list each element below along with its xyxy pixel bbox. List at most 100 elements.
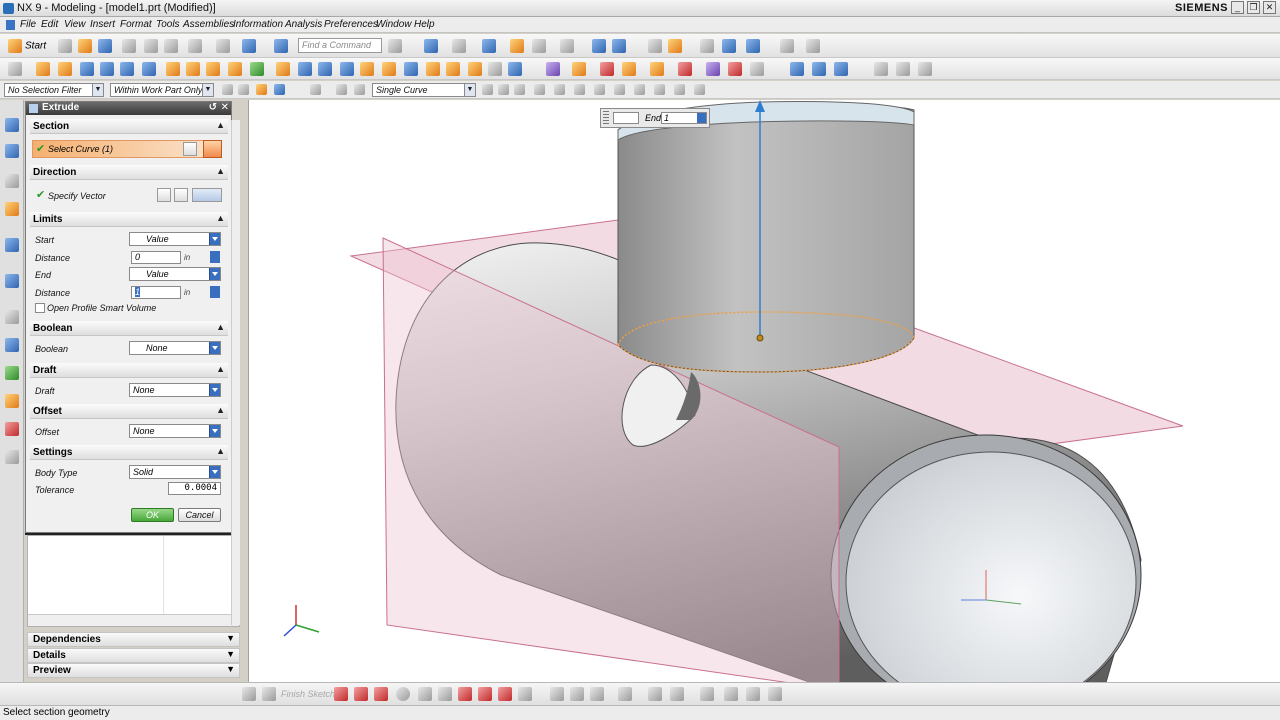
patch-icon[interactable] (706, 62, 720, 76)
motion-icon[interactable] (722, 39, 736, 53)
touch-mode-icon[interactable] (274, 39, 288, 53)
reset-icon[interactable]: ↺ (209, 102, 217, 113)
pattern-feature-icon[interactable] (546, 62, 560, 76)
menu-insert[interactable]: Insert (90, 19, 115, 30)
end-type-mini-select[interactable] (613, 112, 639, 124)
rib-icon[interactable] (318, 62, 332, 76)
history-icon[interactable] (5, 310, 19, 324)
rectangle-icon[interactable] (458, 687, 472, 701)
end-distance-menu-icon[interactable] (210, 286, 220, 298)
open-icon[interactable] (78, 39, 92, 53)
mirror-icon[interactable] (572, 62, 586, 76)
arc-icon[interactable] (374, 687, 388, 701)
finish-sketch-button[interactable]: Finish Sketch (281, 689, 335, 699)
stop-at-intersection-icon[interactable] (482, 84, 493, 95)
snap-control-icon[interactable] (554, 84, 565, 95)
restore-icon[interactable]: ❐ (1247, 1, 1260, 14)
system-materials-icon[interactable] (5, 338, 19, 352)
snap-quadrant-icon[interactable] (614, 84, 625, 95)
show-constraints-icon[interactable] (746, 687, 760, 701)
orient-view-icon[interactable] (482, 39, 496, 53)
auto-dimension-icon[interactable] (768, 687, 782, 701)
preview-panel-header[interactable]: Preview ▼ (27, 663, 240, 678)
manufacturing-wizards-icon[interactable] (5, 394, 19, 408)
menu-information[interactable]: Information (233, 19, 283, 30)
grid-tool-icon[interactable] (806, 39, 820, 53)
block-icon[interactable] (80, 62, 94, 76)
assembly-tool-icon[interactable] (780, 39, 794, 53)
menu-help[interactable]: Help (414, 19, 435, 30)
section-group-header[interactable]: Section ▲ (30, 119, 228, 134)
circle-icon[interactable] (396, 687, 410, 701)
close-icon[interactable]: ✕ (1263, 1, 1276, 14)
unite-icon[interactable] (340, 62, 354, 76)
snap-midpoint-icon[interactable] (534, 84, 545, 95)
lasso-select-icon[interactable] (336, 84, 347, 95)
vector-origin-handle[interactable] (756, 334, 764, 342)
quick-trim-icon[interactable] (550, 687, 564, 701)
synchronous-icon[interactable] (790, 62, 804, 76)
select-edge-icon[interactable] (274, 84, 285, 95)
menu-format[interactable]: Format (120, 19, 152, 30)
save-icon[interactable] (98, 39, 112, 53)
snap-point-on-curve-icon[interactable] (634, 84, 645, 95)
pocket-icon[interactable] (206, 62, 220, 76)
selection-filter-select[interactable]: No Selection Filter ▼ (4, 83, 104, 97)
point-icon[interactable] (498, 687, 512, 701)
background-icon[interactable] (510, 39, 524, 53)
cancel-button[interactable]: Cancel (178, 508, 221, 522)
reverse-direction-icon[interactable] (157, 188, 171, 202)
resize-blend-icon[interactable] (874, 62, 888, 76)
limits-group-header[interactable]: Limits ▲ (30, 212, 228, 227)
cylinder-icon[interactable] (100, 62, 114, 76)
draft-group-header[interactable]: Draft ▲ (30, 363, 228, 378)
close-icon[interactable]: ✕ (221, 102, 229, 113)
copy-icon[interactable] (144, 39, 158, 53)
minimize-icon[interactable]: _ (1231, 1, 1244, 14)
direction-group-header[interactable]: Direction ▲ (30, 165, 228, 180)
snap-bounded-icon[interactable] (694, 84, 705, 95)
drag-handle-icon[interactable] (603, 111, 609, 125)
emboss-icon[interactable] (250, 62, 264, 76)
snap-existing-point-icon[interactable] (674, 84, 685, 95)
offset-face-icon[interactable] (600, 62, 614, 76)
process-studio-icon[interactable] (5, 366, 19, 380)
quick-extend-icon[interactable] (570, 687, 584, 701)
move-face-icon[interactable] (750, 62, 764, 76)
sketch-section-icon[interactable] (183, 142, 197, 156)
snap-point-on-face-icon[interactable] (654, 84, 665, 95)
snap-icon[interactable] (592, 39, 606, 53)
snap-intersection-icon[interactable] (574, 84, 585, 95)
end-distance-input[interactable]: 1 (131, 286, 181, 299)
redo-icon[interactable] (216, 39, 230, 53)
line-icon[interactable] (354, 687, 368, 701)
make-corner-icon[interactable] (590, 687, 604, 701)
horizontal-scrollbar[interactable] (28, 614, 239, 626)
more-commands-icon[interactable] (918, 62, 932, 76)
edge-blend-icon[interactable] (446, 62, 460, 76)
select-feature-icon[interactable] (238, 84, 249, 95)
boss-icon[interactable] (186, 62, 200, 76)
sketch-icon[interactable] (8, 62, 22, 76)
studio-spline-icon[interactable] (518, 687, 532, 701)
constraint-navigator-icon[interactable] (5, 144, 19, 158)
menu-preferences[interactable]: Preferences (324, 19, 378, 30)
scale-body-icon[interactable] (622, 62, 636, 76)
slot-icon[interactable] (298, 62, 312, 76)
snap-center-icon[interactable] (594, 84, 605, 95)
replace-face-icon[interactable] (728, 62, 742, 76)
vector-type-select[interactable] (192, 188, 222, 202)
draft-icon[interactable] (508, 62, 522, 76)
body-type-select[interactable]: Solid (129, 465, 221, 479)
offset-curve-icon[interactable] (618, 687, 632, 701)
analysis-icon[interactable] (700, 39, 714, 53)
undo-icon[interactable] (188, 39, 202, 53)
menu-assemblies[interactable]: Assemblies (183, 19, 234, 30)
wcs-icon[interactable] (648, 39, 662, 53)
part-navigator-icon[interactable] (5, 174, 19, 188)
details-panel-header[interactable]: Details ▼ (27, 648, 240, 663)
menu-analysis[interactable]: Analysis (285, 19, 322, 30)
intersect-icon[interactable] (382, 62, 396, 76)
model-view[interactable] (249, 100, 1280, 682)
extrude-preview-body[interactable] (617, 103, 915, 373)
